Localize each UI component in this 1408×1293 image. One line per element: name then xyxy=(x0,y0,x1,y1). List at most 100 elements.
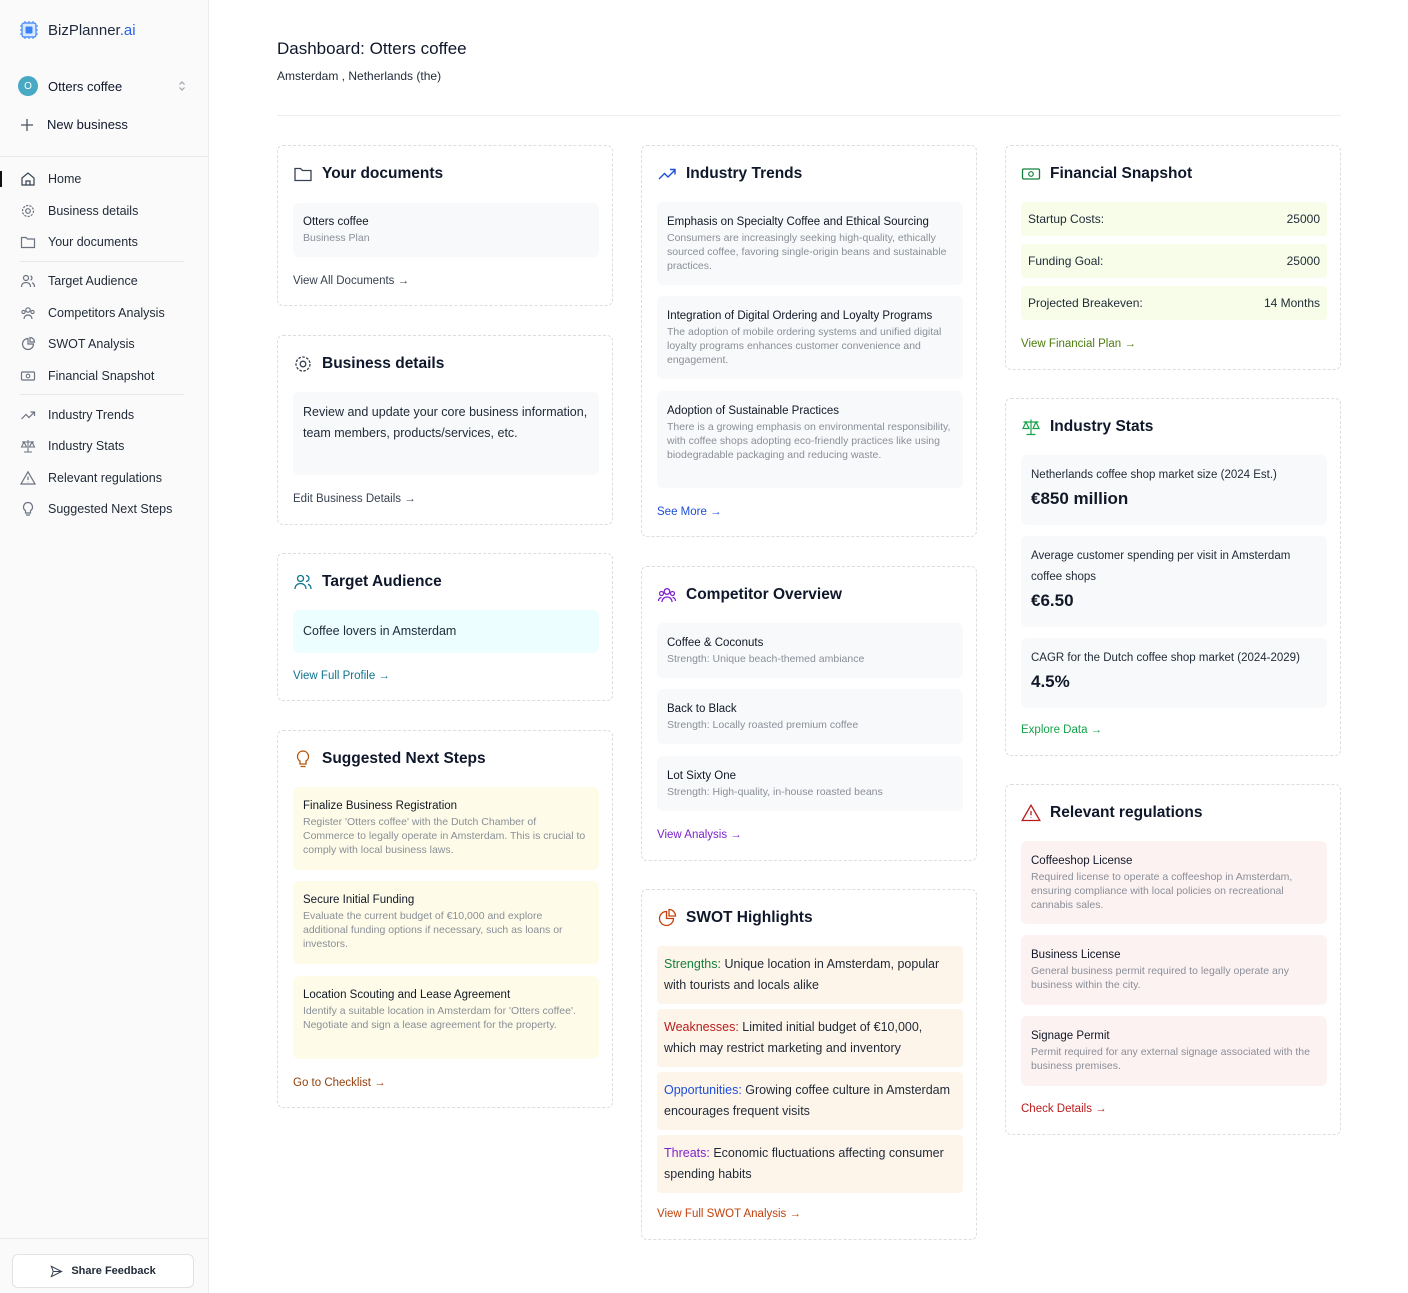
next-step-desc: Identify a suitable location in Amsterda… xyxy=(303,1005,576,1031)
document-item[interactable]: Otters coffee Business Plan xyxy=(293,203,599,257)
next-step-title: Location Scouting and Lease Agreement xyxy=(303,989,511,1001)
next-steps-card: Suggested Next Steps Finalize Business R… xyxy=(277,730,613,1108)
competitor-strength: Strength: High-quality, in-house roasted… xyxy=(667,786,883,798)
trend-desc: There is a growing emphasis on environme… xyxy=(667,421,951,461)
financial-snapshot-title: Financial Snapshot xyxy=(1050,165,1193,182)
nav-business-details-label: Business details xyxy=(48,204,139,218)
competitor-name: Coffee & Coconuts xyxy=(667,637,764,649)
warning-triangle-icon xyxy=(1021,803,1041,822)
nav-your-documents-label: Your documents xyxy=(48,235,138,249)
stat-item: Netherlands coffee shop market size (202… xyxy=(1021,455,1327,525)
next-step-item[interactable]: Secure Initial Funding Evaluate the curr… xyxy=(293,881,599,964)
see-more-trends-link[interactable]: See More → xyxy=(657,506,722,518)
swot-weaknesses: Weaknesses: Limited initial budget of €1… xyxy=(657,1009,963,1067)
nav-target-audience[interactable]: Target Audience xyxy=(20,271,138,291)
stat-value: €850 million xyxy=(1031,489,1129,508)
view-financial-plan-link[interactable]: View Financial Plan → xyxy=(1021,338,1136,350)
nav-financial[interactable]: Financial Snapshot xyxy=(20,366,154,386)
next-step-desc: Evaluate the current budget of €10,000 a… xyxy=(303,910,563,950)
financial-row-funding: Funding Goal: 25000 xyxy=(1021,244,1327,278)
regulation-item[interactable]: Business License General business permit… xyxy=(1021,935,1327,1005)
stat-label: Netherlands coffee shop market size (202… xyxy=(1031,469,1277,481)
financial-snapshot-card-header: Financial Snapshot xyxy=(1021,164,1192,184)
trending-up-icon xyxy=(21,411,36,420)
pie-chart-icon xyxy=(21,336,36,351)
brand-name: BizPlanner xyxy=(48,21,120,39)
users-icon xyxy=(294,574,312,590)
swot-strengths: Strengths: Unique location in Amsterdam,… xyxy=(657,946,963,1004)
view-full-swot-link[interactable]: View Full SWOT Analysis → xyxy=(657,1208,801,1220)
banknote-icon xyxy=(1021,168,1041,180)
next-step-item[interactable]: Finalize Business Registration Register … xyxy=(293,787,599,870)
regulation-item[interactable]: Coffeeshop License Required license to o… xyxy=(1021,841,1327,924)
trend-title: Integration of Digital Ordering and Loya… xyxy=(667,310,933,322)
competitor-item[interactable]: Lot Sixty One Strength: High-quality, in… xyxy=(657,756,963,811)
nav-your-documents[interactable]: Your documents xyxy=(20,232,138,252)
nav-business-details[interactable]: Business details xyxy=(20,201,138,221)
view-all-documents-link[interactable]: View All Documents → xyxy=(293,275,409,287)
trend-item[interactable]: Integration of Digital Ordering and Loya… xyxy=(657,296,963,379)
document-item-title: Otters coffee xyxy=(303,216,369,228)
financial-row-startup: Startup Costs: 25000 xyxy=(1021,202,1327,236)
brand-logo[interactable]: BizPlanner.ai xyxy=(19,20,136,40)
nav-competitors-label: Competitors Analysis xyxy=(48,306,165,320)
nav-swot[interactable]: SWOT Analysis xyxy=(20,334,135,354)
lightbulb-icon xyxy=(296,750,310,768)
users-group-icon xyxy=(657,588,677,603)
industry-trends-card: Industry Trends Emphasis on Specialty Co… xyxy=(641,145,977,537)
swot-card-header: SWOT Highlights xyxy=(657,908,813,928)
view-full-profile-link[interactable]: View Full Profile → xyxy=(293,670,390,682)
share-feedback-button[interactable]: Share Feedback xyxy=(12,1254,194,1288)
swot-card: SWOT Highlights Strengths: Unique locati… xyxy=(641,889,977,1240)
swot-title: SWOT Highlights xyxy=(686,909,813,926)
financial-row-label: Funding Goal: xyxy=(1028,254,1104,268)
nav-financial-label: Financial Snapshot xyxy=(48,369,155,383)
stat-item: CAGR for the Dutch coffee shop market (2… xyxy=(1021,638,1327,708)
competitor-strength: Strength: Unique beach-themed ambiance xyxy=(667,653,865,665)
competitor-item[interactable]: Coffee & Coconuts Strength: Unique beach… xyxy=(657,623,963,678)
stat-value: €6.50 xyxy=(1031,591,1074,610)
nav-home[interactable]: Home xyxy=(20,169,81,189)
documents-card: Your documents Otters coffee Business Pl… xyxy=(277,145,613,306)
trend-item[interactable]: Emphasis on Specialty Coffee and Ethical… xyxy=(657,202,963,285)
nav-industry-trends[interactable]: Industry Trends xyxy=(20,405,134,425)
trend-item[interactable]: Adoption of Sustainable Practices There … xyxy=(657,391,963,488)
next-step-item[interactable]: Location Scouting and Lease Agreement Id… xyxy=(293,976,599,1059)
explore-data-link[interactable]: Explore Data → xyxy=(1021,724,1102,736)
nav-industry-trends-label: Industry Trends xyxy=(48,408,135,422)
stat-label: Average customer spending per visit in A… xyxy=(1031,550,1291,583)
gear-icon xyxy=(295,356,311,372)
financial-row-label: Startup Costs: xyxy=(1028,212,1105,226)
nav-competitors[interactable]: Competitors Analysis xyxy=(20,303,165,323)
next-step-title: Finalize Business Registration xyxy=(303,800,458,812)
nav-home-label: Home xyxy=(48,172,82,186)
business-switcher[interactable]: O Otters coffee xyxy=(18,75,188,97)
nav-divider xyxy=(20,394,184,395)
competitor-item[interactable]: Back to Black Strength: Locally roasted … xyxy=(657,689,963,744)
users-group-icon xyxy=(21,307,35,320)
swot-threats: Threats: Economic fluctuations affecting… xyxy=(657,1135,963,1193)
trend-title: Adoption of Sustainable Practices xyxy=(667,405,839,417)
check-details-link[interactable]: Check Details → xyxy=(1021,1103,1107,1115)
document-item-type: Business Plan xyxy=(303,232,370,244)
nav-regulations[interactable]: Relevant regulations xyxy=(20,468,162,488)
target-audience-card: Target Audience Coffee lovers in Amsterd… xyxy=(277,553,613,701)
folder-icon xyxy=(294,167,312,182)
business-details-card-header: Business details xyxy=(293,354,444,374)
stat-label: CAGR for the Dutch coffee shop market (2… xyxy=(1031,652,1300,664)
view-analysis-link[interactable]: View Analysis → xyxy=(657,829,742,841)
edit-business-details-link[interactable]: Edit Business Details → xyxy=(293,493,416,505)
nav-industry-stats-label: Industry Stats xyxy=(48,439,125,453)
new-business-button[interactable]: New business xyxy=(20,117,128,132)
target-audience-text: Coffee lovers in Amsterdam xyxy=(293,610,599,653)
competitor-overview-card-header: Competitor Overview xyxy=(657,585,842,605)
go-to-checklist-link[interactable]: Go to Checklist → xyxy=(293,1077,386,1089)
industry-trends-title: Industry Trends xyxy=(686,165,803,182)
financial-row-value: 25000 xyxy=(1286,212,1320,226)
industry-trends-card-header: Industry Trends xyxy=(657,164,802,184)
nav-industry-stats[interactable]: Industry Stats xyxy=(20,436,124,456)
nav-next-steps[interactable]: Suggested Next Steps xyxy=(20,499,172,519)
business-details-title: Business details xyxy=(322,355,445,372)
regulations-card: Relevant regulations Coffeeshop License … xyxy=(1005,784,1341,1135)
regulation-item[interactable]: Signage Permit Permit required for any e… xyxy=(1021,1016,1327,1086)
